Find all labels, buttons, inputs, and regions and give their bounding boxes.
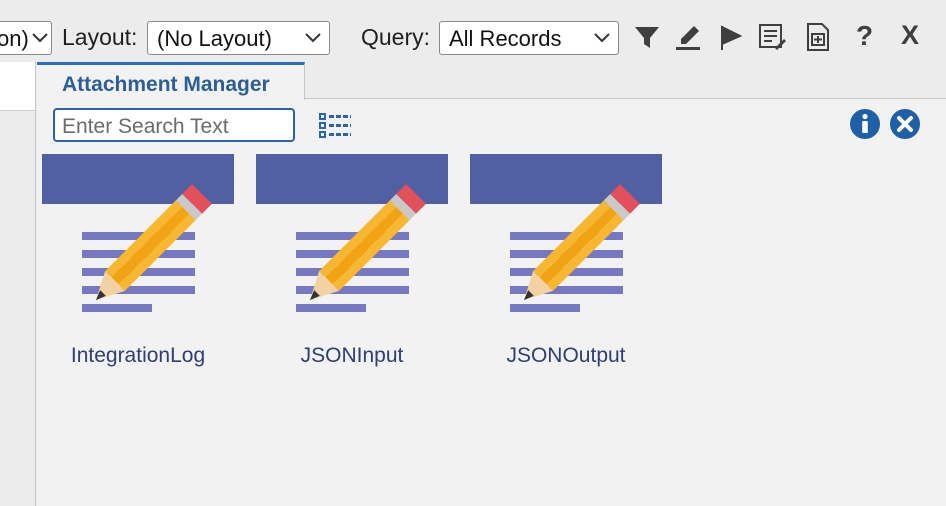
attachment-name: JSONInput — [300, 344, 404, 367]
help-button[interactable]: ? — [853, 20, 881, 52]
eraser-icon — [676, 26, 700, 50]
left-pane — [0, 62, 36, 506]
layout-select[interactable]: (No Layout) — [147, 21, 330, 55]
attachment-name: JSONOutput — [506, 344, 626, 367]
list-view-icon — [319, 113, 351, 138]
add-document-icon — [807, 23, 829, 51]
edit-list-button[interactable] — [758, 22, 786, 52]
layout-label: Layout: — [62, 24, 138, 50]
tab-divider — [305, 98, 946, 99]
list-view-button[interactable] — [319, 112, 353, 140]
chevron-down-icon — [305, 33, 321, 43]
run-icon — [721, 25, 743, 50]
attachment-tile[interactable]: JSONOutput — [470, 154, 662, 374]
prev-select-value: on) — [0, 26, 29, 51]
layout-select-value: (No Layout) — [157, 26, 272, 51]
filter-button[interactable] — [633, 22, 661, 52]
info-button[interactable] — [849, 108, 881, 140]
eraser-button[interactable] — [674, 22, 702, 52]
close-icon: X — [901, 20, 920, 50]
pane-divider[interactable] — [35, 62, 36, 506]
attachment-name: IntegrationLog — [70, 344, 206, 367]
document-pencil-icon — [296, 184, 426, 312]
chevron-down-icon — [32, 33, 48, 43]
document-pencil-icon — [82, 184, 212, 312]
left-pane-header — [0, 62, 36, 111]
search-input[interactable] — [62, 115, 293, 139]
filter-icon — [635, 27, 659, 48]
close-toolbar-button[interactable]: X — [899, 20, 927, 52]
tab-label: Attachment Manager — [62, 73, 270, 96]
edit-list-icon — [759, 24, 786, 50]
run-button[interactable] — [716, 22, 744, 52]
info-icon — [850, 109, 880, 139]
document-pencil-icon — [510, 184, 640, 312]
query-label: Query: — [361, 24, 431, 50]
add-document-button[interactable] — [804, 22, 832, 52]
attachment-tile[interactable]: JSONInput — [256, 154, 448, 374]
query-select-value: All Records — [449, 26, 562, 51]
prev-select[interactable]: on) — [0, 21, 52, 55]
tab-attachment-manager[interactable]: Attachment Manager — [37, 62, 305, 100]
top-toolbar: on) Layout: (No Layout) Query: All Recor… — [0, 0, 946, 62]
help-icon: ? — [856, 20, 874, 51]
close-circle-icon — [890, 109, 920, 139]
attachment-tile[interactable]: IntegrationLog — [42, 154, 234, 374]
search-field[interactable] — [53, 108, 295, 142]
query-select[interactable]: All Records — [439, 21, 619, 55]
close-panel-button[interactable] — [889, 108, 921, 140]
chevron-down-icon — [594, 33, 610, 43]
